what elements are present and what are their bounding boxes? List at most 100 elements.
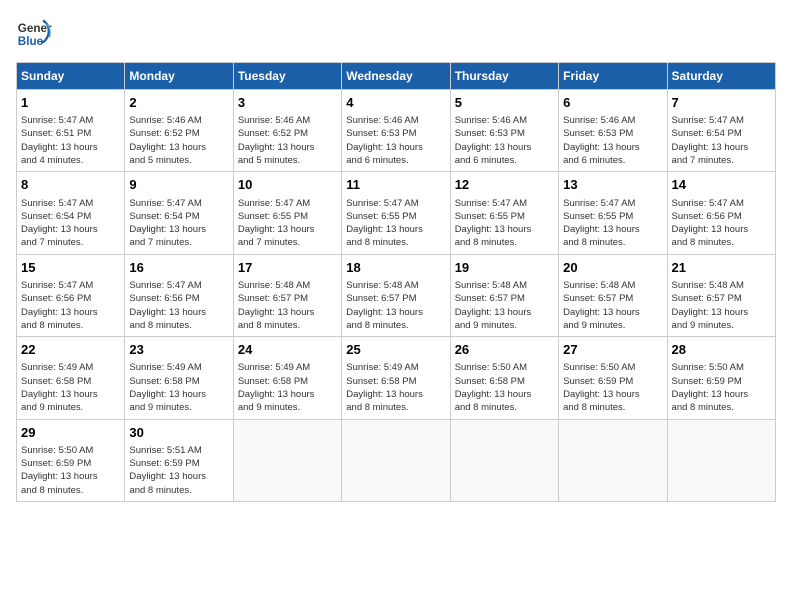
day-cell (233, 419, 341, 501)
week-row-3: 15 Sunrise: 5:47 AM Sunset: 6:56 PM Dayli… (17, 254, 776, 336)
day-info: Sunrise: 5:47 AM Sunset: 6:56 PM Dayligh… (21, 279, 120, 332)
day-cell: 20 Sunrise: 5:48 AM Sunset: 6:57 PM Dayli… (559, 254, 667, 336)
week-row-2: 8 Sunrise: 5:47 AM Sunset: 6:54 PM Daylig… (17, 172, 776, 254)
day-cell: 16 Sunrise: 5:47 AM Sunset: 6:56 PM Dayli… (125, 254, 233, 336)
day-cell: 8 Sunrise: 5:47 AM Sunset: 6:54 PM Daylig… (17, 172, 125, 254)
day-cell: 12 Sunrise: 5:47 AM Sunset: 6:55 PM Dayli… (450, 172, 558, 254)
day-info: Sunrise: 5:46 AM Sunset: 6:52 PM Dayligh… (238, 114, 337, 167)
day-cell: 14 Sunrise: 5:47 AM Sunset: 6:56 PM Dayli… (667, 172, 775, 254)
day-cell: 15 Sunrise: 5:47 AM Sunset: 6:56 PM Dayli… (17, 254, 125, 336)
day-info: Sunrise: 5:49 AM Sunset: 6:58 PM Dayligh… (238, 361, 337, 414)
day-cell: 10 Sunrise: 5:47 AM Sunset: 6:55 PM Dayli… (233, 172, 341, 254)
day-cell: 22Sunrise: 5:49 AM Sunset: 6:58 PM Dayli… (17, 337, 125, 419)
weekday-saturday: Saturday (667, 63, 775, 90)
day-number: 27 (563, 341, 662, 359)
day-number: 29 (21, 424, 120, 442)
day-info: Sunrise: 5:46 AM Sunset: 6:52 PM Dayligh… (129, 114, 228, 167)
day-info: Sunrise: 5:47 AM Sunset: 6:55 PM Dayligh… (563, 197, 662, 250)
svg-text:Blue: Blue (18, 35, 44, 48)
day-number: 17 (238, 259, 337, 277)
day-cell: 6 Sunrise: 5:46 AM Sunset: 6:53 PM Daylig… (559, 90, 667, 172)
day-number: 1 (21, 94, 120, 112)
day-cell: 4Sunrise: 5:46 AM Sunset: 6:53 PM Daylig… (342, 90, 450, 172)
header: General Blue (16, 16, 776, 52)
day-cell (342, 419, 450, 501)
day-number: 10 (238, 176, 337, 194)
day-info: Sunrise: 5:47 AM Sunset: 6:55 PM Dayligh… (346, 197, 445, 250)
day-cell: 11 Sunrise: 5:47 AM Sunset: 6:55 PM Dayli… (342, 172, 450, 254)
day-info: Sunrise: 5:46 AM Sunset: 6:53 PM Dayligh… (563, 114, 662, 167)
day-number: 21 (672, 259, 771, 277)
day-cell: 2 Sunrise: 5:46 AM Sunset: 6:52 PM Daylig… (125, 90, 233, 172)
day-info: Sunrise: 5:48 AM Sunset: 6:57 PM Dayligh… (238, 279, 337, 332)
day-cell: 5Sunrise: 5:46 AM Sunset: 6:53 PM Daylig… (450, 90, 558, 172)
day-number: 7 (672, 94, 771, 112)
day-info: Sunrise: 5:49 AM Sunset: 6:58 PM Dayligh… (129, 361, 228, 414)
day-cell: 29 Sunrise: 5:50 AM Sunset: 6:59 PM Dayli… (17, 419, 125, 501)
day-cell: 26Sunrise: 5:50 AM Sunset: 6:58 PM Dayli… (450, 337, 558, 419)
weekday-header-row: SundayMondayTuesdayWednesdayThursdayFrid… (17, 63, 776, 90)
day-number: 16 (129, 259, 228, 277)
day-number: 30 (129, 424, 228, 442)
day-number: 9 (129, 176, 228, 194)
day-info: Sunrise: 5:47 AM Sunset: 6:51 PM Dayligh… (21, 114, 120, 167)
day-info: Sunrise: 5:47 AM Sunset: 6:54 PM Dayligh… (672, 114, 771, 167)
day-cell (667, 419, 775, 501)
day-number: 6 (563, 94, 662, 112)
week-row-5: 29 Sunrise: 5:50 AM Sunset: 6:59 PM Dayli… (17, 419, 776, 501)
week-row-4: 22 Sunrise: 5:49 AM Sunset: 6:58 PM Dayli… (17, 337, 776, 419)
day-number: 3 (238, 94, 337, 112)
day-info: Sunrise: 5:48 AM Sunset: 6:57 PM Dayligh… (563, 279, 662, 332)
day-info: Sunrise: 5:48 AM Sunset: 6:57 PM Dayligh… (455, 279, 554, 332)
day-cell (559, 419, 667, 501)
day-info: Sunrise: 5:50 AM Sunset: 6:59 PM Dayligh… (21, 444, 120, 497)
day-cell: 17 Sunrise: 5:48 AM Sunset: 6:57 PM Dayli… (233, 254, 341, 336)
weekday-tuesday: Tuesday (233, 63, 341, 90)
day-number: 8 (21, 176, 120, 194)
logo-icon: General Blue (16, 16, 52, 52)
day-number: 20 (563, 259, 662, 277)
day-info: Sunrise: 5:47 AM Sunset: 6:55 PM Dayligh… (238, 197, 337, 250)
day-cell: 9Sunrise: 5:47 AM Sunset: 6:54 PM Daylig… (125, 172, 233, 254)
day-info: Sunrise: 5:51 AM Sunset: 6:59 PM Dayligh… (129, 444, 228, 497)
logo: General Blue (16, 16, 56, 52)
day-info: Sunrise: 5:50 AM Sunset: 6:58 PM Dayligh… (455, 361, 554, 414)
day-number: 12 (455, 176, 554, 194)
day-info: Sunrise: 5:50 AM Sunset: 6:59 PM Dayligh… (563, 361, 662, 414)
day-number: 22 (21, 341, 120, 359)
day-cell: 23 Sunrise: 5:49 AM Sunset: 6:58 PM Dayli… (125, 337, 233, 419)
day-cell: 3 Sunrise: 5:46 AM Sunset: 6:52 PM Daylig… (233, 90, 341, 172)
day-number: 15 (21, 259, 120, 277)
day-number: 28 (672, 341, 771, 359)
weekday-thursday: Thursday (450, 63, 558, 90)
day-cell: 24 Sunrise: 5:49 AM Sunset: 6:58 PM Dayli… (233, 337, 341, 419)
day-info: Sunrise: 5:47 AM Sunset: 6:54 PM Dayligh… (21, 197, 120, 250)
day-number: 24 (238, 341, 337, 359)
calendar-table: SundayMondayTuesdayWednesdayThursdayFrid… (16, 62, 776, 502)
day-cell: 1 Sunrise: 5:47 AM Sunset: 6:51 PM Daylig… (17, 90, 125, 172)
week-row-1: 1 Sunrise: 5:47 AM Sunset: 6:51 PM Daylig… (17, 90, 776, 172)
day-cell: 25 Sunrise: 5:49 AM Sunset: 6:58 PM Dayli… (342, 337, 450, 419)
day-number: 2 (129, 94, 228, 112)
day-info: Sunrise: 5:49 AM Sunset: 6:58 PM Dayligh… (346, 361, 445, 414)
day-cell: 18Sunrise: 5:48 AM Sunset: 6:57 PM Dayli… (342, 254, 450, 336)
calendar-body: 1 Sunrise: 5:47 AM Sunset: 6:51 PM Daylig… (17, 90, 776, 502)
day-cell: 30 Sunrise: 5:51 AM Sunset: 6:59 PM Dayli… (125, 419, 233, 501)
day-number: 14 (672, 176, 771, 194)
day-number: 23 (129, 341, 228, 359)
day-cell: 13 Sunrise: 5:47 AM Sunset: 6:55 PM Dayli… (559, 172, 667, 254)
weekday-monday: Monday (125, 63, 233, 90)
day-cell: 21 Sunrise: 5:48 AM Sunset: 6:57 PM Dayli… (667, 254, 775, 336)
day-number: 25 (346, 341, 445, 359)
day-info: Sunrise: 5:47 AM Sunset: 6:56 PM Dayligh… (672, 197, 771, 250)
day-cell: 19 Sunrise: 5:48 AM Sunset: 6:57 PM Dayli… (450, 254, 558, 336)
day-number: 5 (455, 94, 554, 112)
day-number: 4 (346, 94, 445, 112)
day-info: Sunrise: 5:47 AM Sunset: 6:55 PM Dayligh… (455, 197, 554, 250)
day-info: Sunrise: 5:48 AM Sunset: 6:57 PM Dayligh… (672, 279, 771, 332)
day-info: Sunrise: 5:47 AM Sunset: 6:56 PM Dayligh… (129, 279, 228, 332)
day-number: 11 (346, 176, 445, 194)
day-info: Sunrise: 5:50 AM Sunset: 6:59 PM Dayligh… (672, 361, 771, 414)
day-number: 13 (563, 176, 662, 194)
day-number: 19 (455, 259, 554, 277)
